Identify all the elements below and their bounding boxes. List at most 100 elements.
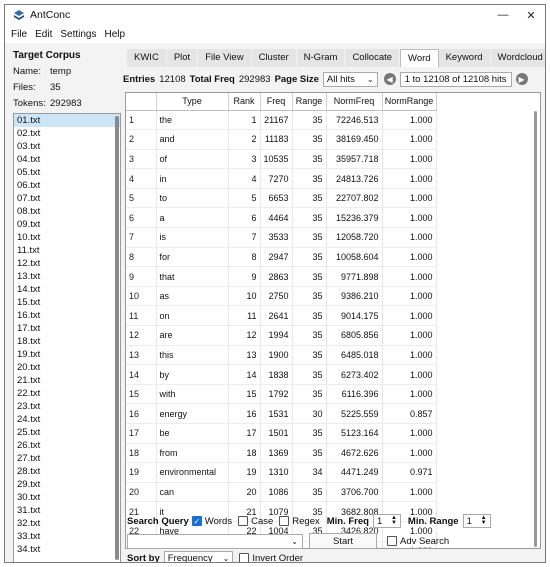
file-list-item[interactable]: 16.txt xyxy=(14,309,120,322)
file-list-item[interactable]: 10.txt xyxy=(14,231,120,244)
file-list-item[interactable]: 17.txt xyxy=(14,322,120,335)
file-list-item[interactable]: 30.txt xyxy=(14,491,120,504)
file-list-item[interactable]: 03.txt xyxy=(14,140,120,153)
menu-edit[interactable]: Edit xyxy=(35,29,52,40)
table-row[interactable]: 18 from 18 1369 35 4672.626 1.000 xyxy=(126,443,437,464)
column-header[interactable]: NormRange xyxy=(382,93,437,111)
file-list-item[interactable]: 09.txt xyxy=(14,218,120,231)
corpus-file-list[interactable]: 01.txt 02.txt 03.txt 04.txt 05.txt 06.txt 07.t… xyxy=(13,113,121,562)
table-row[interactable]: 19 environmental 19 1310 34 4471.249 0.971 xyxy=(126,462,437,483)
file-list-item[interactable]: 15.txt xyxy=(14,296,120,309)
table-row[interactable]: 14 by 14 1838 35 6273.402 1.000 xyxy=(126,364,437,385)
table-row[interactable]: 9 that 9 2863 35 9771.898 1.000 xyxy=(126,266,437,287)
table-row[interactable]: 5 to 5 6653 35 22707.802 1.000 xyxy=(126,188,437,209)
min-range-stepper[interactable]: 1 ▲ ▼ xyxy=(462,514,491,528)
tab-cluster[interactable]: Cluster xyxy=(251,49,297,67)
file-list-item[interactable]: 31.txt xyxy=(14,504,120,517)
start-button[interactable]: Start xyxy=(309,533,377,549)
table-row[interactable]: 3 of 3 10535 35 35957.718 1.000 xyxy=(126,149,437,170)
file-list-item[interactable]: 29.txt xyxy=(14,478,120,491)
table-row[interactable]: 10 as 10 2750 35 9386.210 1.000 xyxy=(126,286,437,307)
file-list-item[interactable]: 14.txt xyxy=(14,283,120,296)
case-checkbox[interactable] xyxy=(238,516,249,526)
table-cell: 1 xyxy=(228,110,261,131)
tab-file-view[interactable]: File View xyxy=(198,49,252,67)
tab-keyword[interactable]: Keyword xyxy=(438,49,491,67)
file-list-item[interactable]: 13.txt xyxy=(14,270,120,283)
sort-by-select[interactable]: Frequency ⌄ xyxy=(163,551,234,562)
close-button[interactable]: ✕ xyxy=(517,5,545,25)
table-row[interactable]: 4 in 4 7270 35 24813.726 1.000 xyxy=(126,168,437,189)
words-checkbox[interactable]: ✓ xyxy=(191,516,202,526)
column-header[interactable]: NormFreq xyxy=(326,93,383,111)
file-list-item[interactable]: 01.txt xyxy=(14,114,120,127)
tab-word[interactable]: Word xyxy=(400,49,439,67)
invert-order-checkbox[interactable] xyxy=(239,553,250,562)
file-list-item[interactable]: 23.txt xyxy=(14,400,120,413)
file-list-item[interactable]: 25.txt xyxy=(14,426,120,439)
tab-kwic[interactable]: KWIC xyxy=(127,49,167,67)
table-row[interactable]: 12 are 12 1994 35 6805.856 1.000 xyxy=(126,325,437,346)
file-list-item[interactable]: 26.txt xyxy=(14,439,120,452)
table-cell: 2 xyxy=(126,129,157,150)
file-list-scrollbar[interactable] xyxy=(115,116,119,560)
search-query-input[interactable]: ⌄ xyxy=(127,533,303,549)
min-freq-stepper[interactable]: 1 ▲ ▼ xyxy=(372,514,401,528)
table-cell: 35 xyxy=(292,443,327,464)
table-cell: 1086 xyxy=(260,482,293,503)
tab-plot[interactable]: Plot xyxy=(166,49,199,67)
file-list-item[interactable]: 07.txt xyxy=(14,192,120,205)
column-header[interactable] xyxy=(126,93,157,111)
tab-collocate[interactable]: Collocate xyxy=(345,49,401,67)
table-row[interactable]: 13 this 13 1900 35 6485.018 1.000 xyxy=(126,345,437,366)
file-list-item[interactable]: 21.txt xyxy=(14,374,120,387)
file-list-item[interactable]: 02.txt xyxy=(14,127,120,140)
tab-wordcloud[interactable]: Wordcloud xyxy=(490,49,545,67)
menu-help[interactable]: Help xyxy=(105,29,126,40)
file-list-item[interactable]: 12.txt xyxy=(14,257,120,270)
file-list-item[interactable]: 11.txt xyxy=(14,244,120,257)
column-header[interactable]: Rank xyxy=(228,93,261,111)
regex-checkbox[interactable] xyxy=(279,516,290,526)
tab-n-gram[interactable]: N-Gram xyxy=(296,49,346,67)
table-row[interactable]: 2 and 2 11183 35 38169.450 1.000 xyxy=(126,129,437,150)
file-list-item[interactable]: 22.txt xyxy=(14,387,120,400)
table-row[interactable]: 6 a 6 4464 35 15236.379 1.000 xyxy=(126,207,437,229)
page-size-select[interactable]: All hits ⌄ xyxy=(322,71,378,87)
table-row[interactable]: 20 can 20 1086 35 3706.700 1.000 xyxy=(126,482,437,503)
table-row[interactable]: 15 with 15 1792 35 6116.396 1.000 xyxy=(126,384,437,405)
adv-search-checkbox[interactable] xyxy=(387,536,397,546)
file-list-item[interactable]: 32.txt xyxy=(14,517,120,530)
file-list-item[interactable]: 27.txt xyxy=(14,452,120,465)
file-list-item[interactable]: 08.txt xyxy=(14,205,120,218)
file-list-item[interactable]: 04.txt xyxy=(14,153,120,166)
column-header[interactable]: Freq xyxy=(260,93,293,111)
file-list-item[interactable]: 18.txt xyxy=(14,335,120,348)
file-list-item[interactable]: 05.txt xyxy=(14,166,120,179)
table-cell: 20 xyxy=(228,482,261,503)
file-list-item[interactable]: 28.txt xyxy=(14,465,120,478)
table-cell: 7270 xyxy=(260,168,293,189)
table-scrollbar[interactable] xyxy=(534,111,537,547)
column-header[interactable]: Type xyxy=(156,93,229,111)
table-cell: 13 xyxy=(126,345,157,366)
table-row[interactable]: 16 energy 16 1531 30 5225.559 0.857 xyxy=(126,403,437,424)
file-list-item[interactable]: 33.txt xyxy=(14,530,120,543)
table-row[interactable]: 11 on 11 2641 35 9014.175 1.000 xyxy=(126,305,437,327)
table-cell: 35 xyxy=(292,188,327,209)
minimize-button[interactable]: — xyxy=(489,5,517,25)
table-row[interactable]: 8 for 8 2947 35 10058.604 1.000 xyxy=(126,247,437,268)
table-row[interactable]: 7 is 7 3533 35 12058.720 1.000 xyxy=(126,227,437,248)
table-row[interactable]: 1 the 1 21167 35 72246.513 1.000 xyxy=(126,110,437,131)
file-list-item[interactable]: 20.txt xyxy=(14,361,120,374)
menu-file[interactable]: File xyxy=(11,29,27,40)
menu-settings[interactable]: Settings xyxy=(60,29,96,40)
file-list-item[interactable]: 19.txt xyxy=(14,348,120,361)
file-list-item[interactable]: 06.txt xyxy=(14,179,120,192)
file-list-item[interactable]: 24.txt xyxy=(14,413,120,426)
next-page-icon[interactable]: ▶ xyxy=(515,73,528,85)
table-row[interactable]: 17 be 17 1501 35 5123.164 1.000 xyxy=(126,423,437,444)
column-header[interactable]: Range xyxy=(292,93,327,111)
file-list-item[interactable]: 34.txt xyxy=(14,543,120,556)
previous-page-icon[interactable]: ◀ xyxy=(383,73,396,85)
